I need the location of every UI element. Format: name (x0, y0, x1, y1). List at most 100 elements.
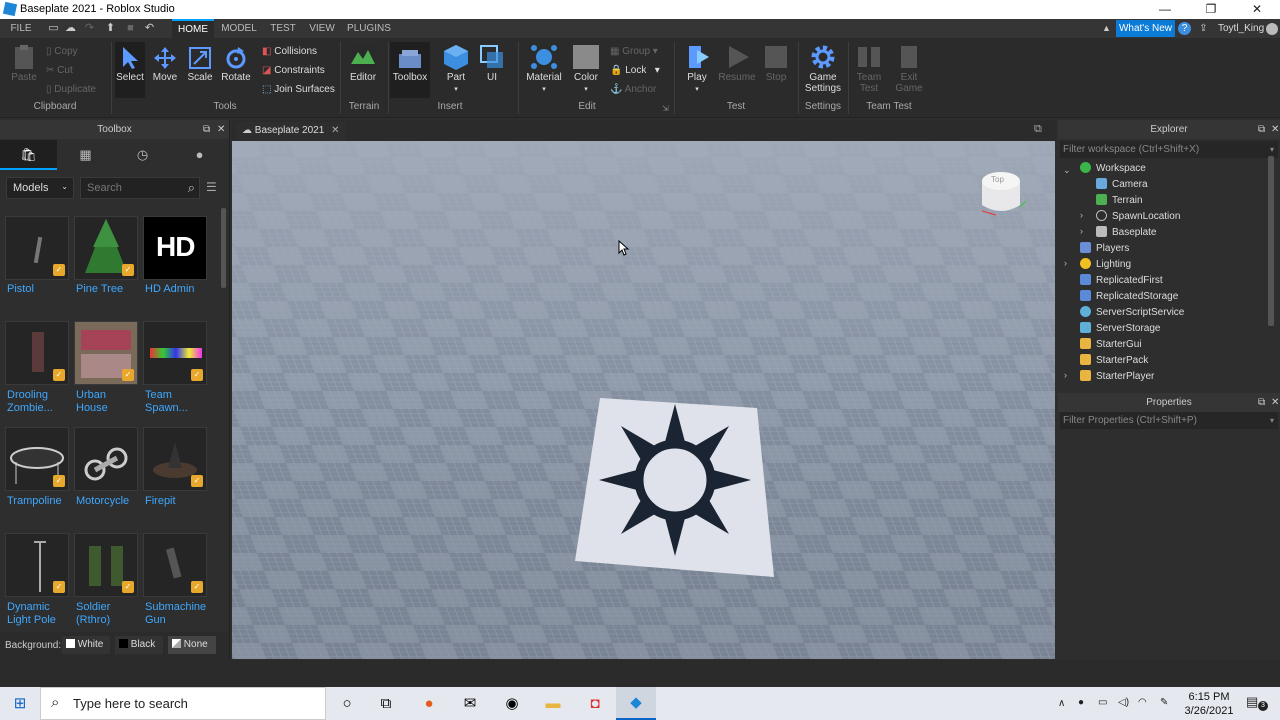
account-icon[interactable] (1266, 23, 1278, 35)
toolbox-button[interactable]: Toolbox (390, 42, 430, 98)
edit-expand-icon[interactable]: ⇲ (662, 104, 669, 113)
menu-file[interactable]: FILE (4, 19, 38, 38)
close-panel-icon[interactable]: ✕ (1271, 393, 1279, 412)
obs-icon[interactable]: ◉ (501, 693, 523, 715)
tab-marketplace[interactable]: 🛍 (0, 140, 57, 170)
asset-name[interactable]: Urban House (76, 389, 146, 415)
dock-icon[interactable]: ⧉ (203, 120, 210, 139)
tree-item-camera[interactable]: Camera (1096, 177, 1148, 193)
tab-baseplate[interactable]: ☁ Baseplate 2021 ✕ (236, 122, 346, 141)
move-button[interactable]: Move (150, 46, 180, 83)
asset-thumbnail[interactable] (74, 427, 138, 491)
bg-black-button[interactable]: Black (115, 636, 163, 654)
material-button[interactable]: Material ▾ (525, 44, 563, 94)
category-dropdown[interactable]: Models ⌄ (6, 177, 74, 199)
menu-test[interactable]: TEST (266, 19, 300, 38)
tab-creations[interactable]: ● (171, 140, 228, 170)
microphone-icon[interactable]: ● (1078, 697, 1084, 708)
dock-icon[interactable]: ⧉ (1258, 393, 1265, 412)
publish-icon[interactable]: ⬆ (104, 22, 117, 35)
username-label[interactable]: Toytl_King (1218, 23, 1264, 34)
menu-view[interactable]: VIEW (306, 19, 338, 38)
asset-thumbnail[interactable]: ✓ (5, 533, 69, 597)
close-window-button[interactable]: ✕ (1234, 1, 1280, 18)
tree-item-workspace[interactable]: Workspace (1080, 161, 1146, 177)
tree-item-serverstorage[interactable]: ServerStorage (1080, 321, 1160, 337)
undo-icon[interactable]: ↶ (143, 22, 156, 35)
expand-arrow-icon[interactable]: › (1064, 258, 1067, 268)
minimize-button[interactable]: — (1142, 1, 1188, 18)
3d-viewport[interactable]: Top (232, 141, 1055, 659)
asset-thumbnail[interactable]: ✓ (74, 321, 138, 385)
asset-thumbnail[interactable]: ✓ (5, 321, 69, 385)
tree-item-starterpack[interactable]: StarterPack (1080, 353, 1148, 369)
maximize-button[interactable]: ❐ (1188, 1, 1234, 18)
view-cube[interactable]: Top (976, 167, 1027, 217)
asset-thumbnail[interactable]: ✓ (74, 533, 138, 597)
new-file-icon[interactable]: ▭ (47, 22, 60, 35)
expand-arrow-icon[interactable]: › (1064, 370, 1067, 380)
game-settings-button[interactable]: Game Settings (802, 44, 844, 94)
tree-item-starterplayer[interactable]: StarterPlayer (1080, 369, 1154, 385)
volume-icon[interactable]: ◁) (1118, 697, 1129, 708)
bg-none-button[interactable]: None (168, 636, 216, 654)
wifi-icon[interactable]: ◠ (1138, 697, 1147, 708)
baseplate-scene[interactable] (232, 141, 1055, 659)
mail-icon[interactable]: ✉ (459, 693, 481, 715)
task-view-icon[interactable]: ⧉ (375, 693, 397, 715)
expand-arrow-icon[interactable]: › (1080, 226, 1083, 236)
asset-name[interactable]: Team Spawn... (145, 389, 215, 415)
open-icon[interactable]: ☁ (64, 22, 77, 35)
firefox-icon[interactable]: ● (418, 693, 440, 715)
asset-thumbnail[interactable]: ✓ (74, 216, 138, 280)
color-button[interactable]: Color ▾ (569, 44, 603, 94)
asset-name[interactable]: Drooling Zombie... (7, 389, 77, 415)
asset-name[interactable]: HD Admin (145, 283, 215, 296)
explorer-scrollbar[interactable] (1268, 156, 1274, 326)
tree-item-startergui[interactable]: StarterGui (1080, 337, 1142, 353)
taskbar-search-input[interactable]: ⌕ Type here to search (40, 687, 326, 720)
asset-thumbnail[interactable]: HD (143, 216, 207, 280)
cortana-icon[interactable]: ○ (336, 693, 358, 715)
tree-item-players[interactable]: Players (1080, 241, 1129, 257)
fullscreen-icon[interactable]: ⧉ (1034, 123, 1042, 136)
select-button[interactable]: Select (115, 42, 145, 98)
tree-item-baseplate[interactable]: Baseplate (1096, 225, 1156, 241)
rotate-button[interactable]: Rotate (220, 46, 252, 83)
tree-item-replicatedfirst[interactable]: ReplicatedFirst (1080, 273, 1163, 289)
lock-button[interactable]: 🔒 Lock ▾ (610, 65, 660, 76)
filter-icon[interactable]: ☰ (206, 180, 217, 194)
menu-model[interactable]: MODEL (218, 19, 260, 38)
windows-start-icon[interactable]: ⊞ (9, 693, 31, 715)
file-explorer-icon[interactable]: ▬ (542, 693, 564, 715)
tab-inventory[interactable]: ▦ (57, 140, 114, 170)
asset-thumbnail[interactable]: ✓ (5, 427, 69, 491)
terrain-editor-button[interactable]: Editor (346, 44, 380, 83)
play-button[interactable]: Play ▾ (680, 44, 714, 94)
join-surfaces-toggle[interactable]: ⬚ Join Surfaces (262, 84, 335, 95)
asset-name[interactable]: Motorcycle (76, 495, 146, 508)
menu-plugins[interactable]: PLUGINS (344, 19, 394, 38)
collapse-arrow-icon[interactable]: ⌄ (1063, 165, 1071, 176)
tree-item-replicatedstorage[interactable]: ReplicatedStorage (1080, 289, 1178, 305)
asset-name[interactable]: Soldier (Rthro) (76, 601, 146, 627)
tree-item-lighting[interactable]: Lighting (1080, 257, 1131, 273)
collapse-ribbon-icon[interactable]: ▲ (1100, 22, 1113, 35)
asset-name[interactable]: Trampoline (7, 495, 77, 508)
help-icon[interactable]: ? (1178, 22, 1191, 35)
tree-item-terrain[interactable]: Terrain (1096, 193, 1143, 209)
asset-thumbnail[interactable]: ✓ (143, 321, 207, 385)
explorer-filter-input[interactable]: Filter workspace (Ctrl+Shift+X) ▾ (1060, 141, 1278, 158)
expand-arrow-icon[interactable]: › (1080, 210, 1083, 220)
roblox-studio-taskbar-button[interactable]: ◆ (616, 687, 656, 720)
asset-name[interactable]: Dynamic Light Pole (7, 601, 77, 627)
tree-item-spawnlocation[interactable]: SpawnLocation (1096, 209, 1180, 225)
tray-chevron-icon[interactable]: ∧ (1058, 698, 1065, 709)
asset-thumbnail[interactable]: ✓ (143, 427, 207, 491)
asset-name[interactable]: Firepit (145, 495, 215, 508)
close-panel-icon[interactable]: ✕ (1271, 120, 1279, 139)
share-icon[interactable]: ⇪ (1197, 22, 1210, 35)
pen-icon[interactable]: ✎ (1160, 697, 1168, 708)
tree-item-serverscriptservice[interactable]: ServerScriptService (1080, 305, 1184, 321)
close-panel-icon[interactable]: ✕ (217, 120, 225, 139)
